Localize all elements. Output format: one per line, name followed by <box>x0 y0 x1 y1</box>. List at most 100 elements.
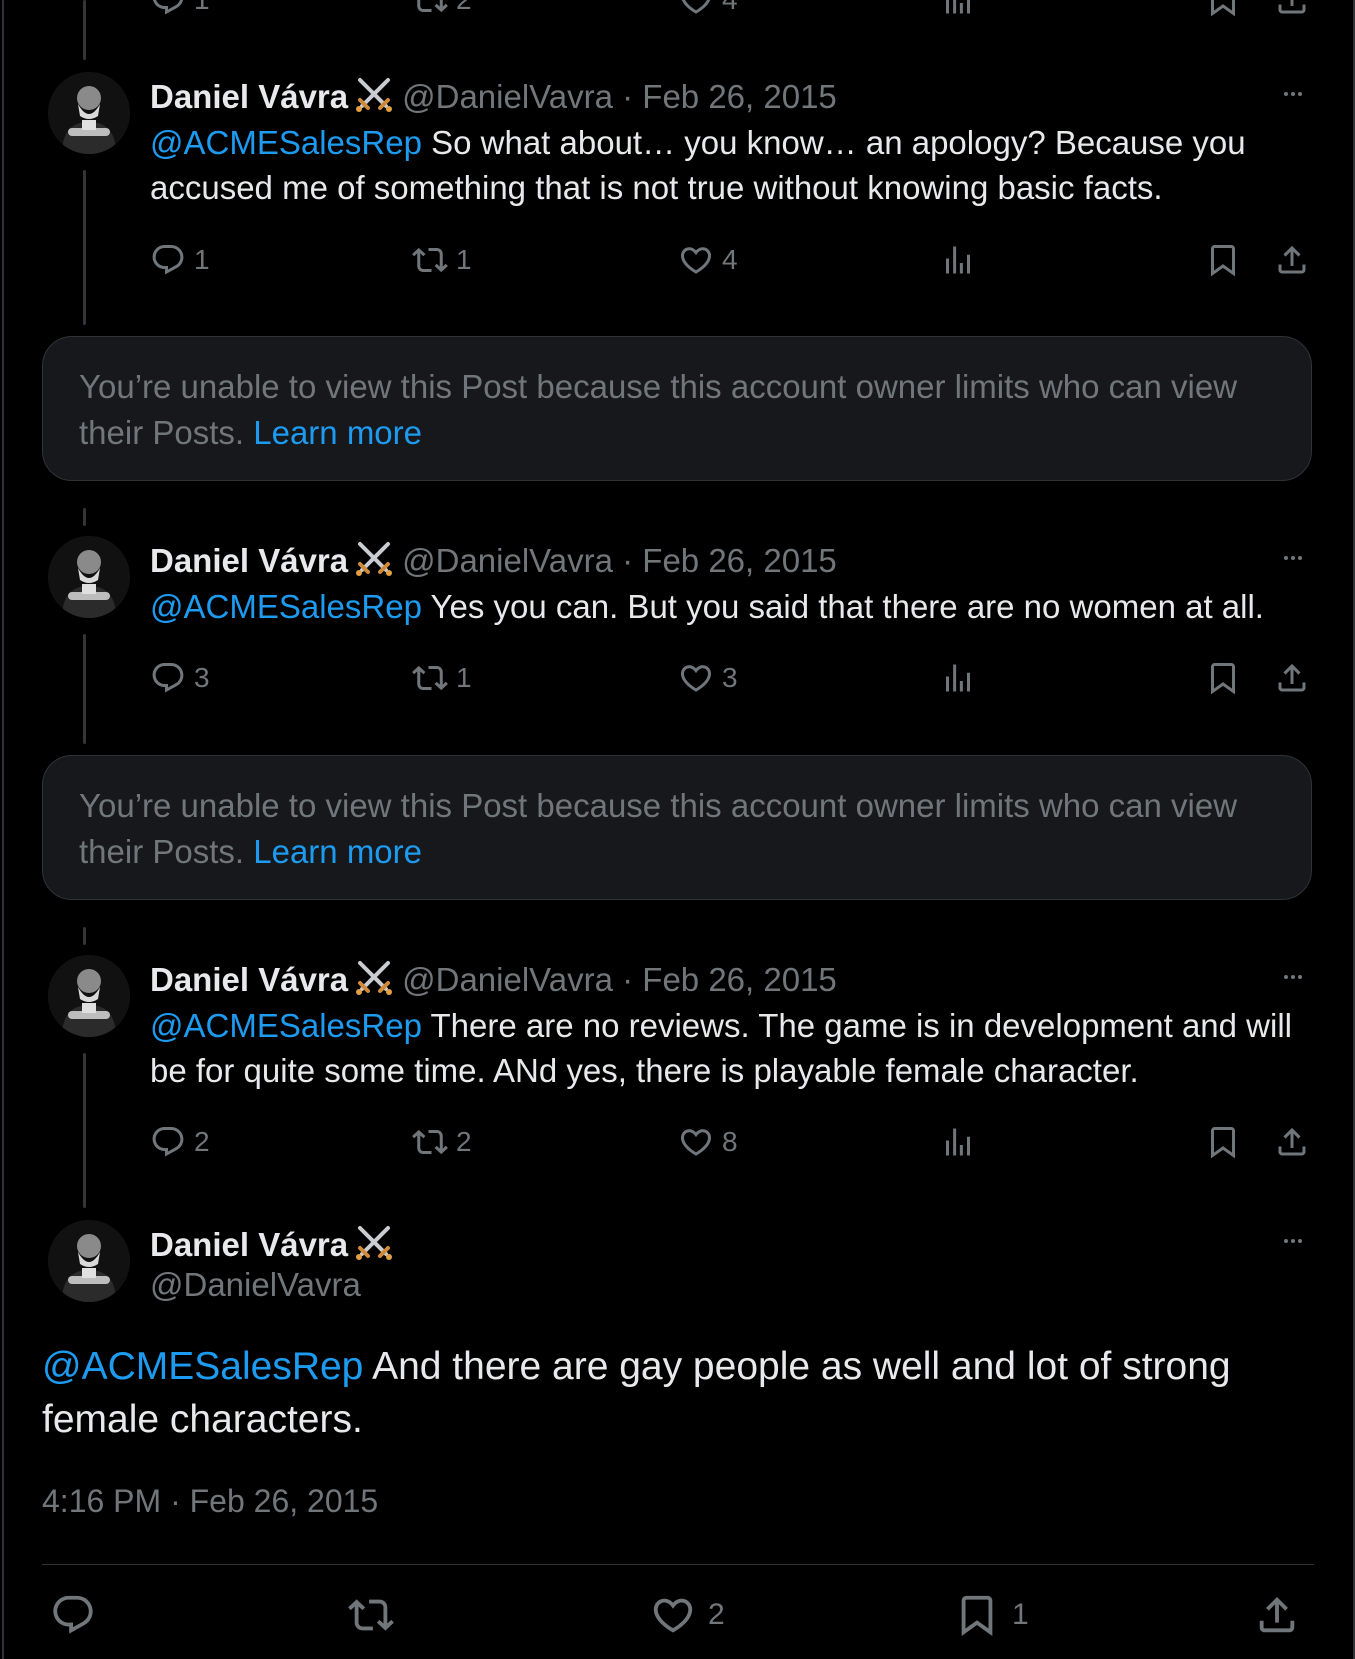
mention-link[interactable]: @ACMESalesRep <box>42 1345 363 1388</box>
repost-count: 2 <box>456 0 472 16</box>
share-button[interactable] <box>1274 0 1310 20</box>
post-date[interactable]: Feb 26, 2015 <box>642 542 837 579</box>
share-button[interactable] <box>1254 1592 1300 1638</box>
mention-link[interactable]: @ACMESalesRep <box>150 588 422 625</box>
reply-count: 2 <box>194 1126 210 1157</box>
bookmark-button[interactable] <box>1205 0 1241 20</box>
reply-button[interactable] <box>50 1592 96 1638</box>
like-button[interactable]: 4 <box>678 240 738 280</box>
repost-button[interactable]: 1 <box>412 240 472 280</box>
thread-line <box>83 0 86 60</box>
more-icon[interactable] <box>1273 1229 1313 1253</box>
avatar[interactable] <box>48 536 130 618</box>
share-icon <box>1274 0 1310 18</box>
views-button[interactable] <box>940 0 976 20</box>
bookmark-icon <box>1205 660 1241 696</box>
more-icon[interactable] <box>1273 965 1313 989</box>
reply-button[interactable]: 2 <box>150 1122 210 1162</box>
post-date[interactable]: Feb 26, 2015 <box>642 78 837 115</box>
like-button[interactable]: 4 <box>678 0 738 20</box>
post-date[interactable]: Feb 26, 2015 <box>642 961 837 998</box>
share-button[interactable] <box>1274 658 1310 698</box>
views-icon <box>940 1124 976 1160</box>
bookmark-icon <box>1205 242 1241 278</box>
repost-button[interactable]: 2 <box>412 1122 472 1162</box>
repost-icon <box>412 0 448 18</box>
repost-button[interactable]: 2 <box>412 0 472 20</box>
bookmark-button[interactable] <box>1205 240 1241 280</box>
repost-button[interactable] <box>348 1592 394 1638</box>
post-actions: 3 1 3 <box>150 658 1320 698</box>
more-icon[interactable] <box>1273 82 1313 106</box>
repost-icon <box>348 1592 394 1638</box>
like-count: 2 <box>708 1598 725 1631</box>
like-button[interactable]: 2 <box>650 1592 725 1638</box>
bookmark-icon <box>1205 0 1241 18</box>
handle[interactable]: @DanielVavra <box>402 961 613 998</box>
avatar[interactable] <box>48 1220 130 1302</box>
separator: · <box>622 542 634 579</box>
like-icon <box>678 1124 714 1160</box>
restricted-post-notice: You’re unable to view this Post because … <box>42 336 1312 481</box>
display-name[interactable]: Daniel Vávra <box>150 78 348 115</box>
left-border <box>2 0 4 1659</box>
repost-count: 1 <box>456 244 472 275</box>
reply-icon <box>150 1124 186 1160</box>
reply-count: 1 <box>194 244 210 275</box>
mention-link[interactable]: @ACMESalesRep <box>150 1007 422 1044</box>
swords-icon <box>354 957 394 997</box>
thread-line <box>83 170 86 325</box>
reply-icon <box>150 660 186 696</box>
like-button[interactable]: 8 <box>678 1122 738 1162</box>
bookmark-button[interactable] <box>1205 658 1241 698</box>
bookmark-icon <box>954 1592 1000 1638</box>
handle[interactable]: @DanielVavra <box>150 1266 361 1303</box>
reply-button[interactable]: 1 <box>150 0 210 20</box>
bookmark-icon <box>1205 1124 1241 1160</box>
share-icon <box>1274 242 1310 278</box>
reply-button[interactable]: 3 <box>150 658 210 698</box>
like-icon <box>678 660 714 696</box>
like-count: 8 <box>722 1126 738 1157</box>
display-name[interactable]: Daniel Vávra <box>150 1226 348 1263</box>
learn-more-link[interactable]: Learn more <box>253 833 422 870</box>
avatar[interactable] <box>48 72 130 154</box>
views-button[interactable] <box>940 240 976 280</box>
reply-count: 1 <box>194 0 210 16</box>
bookmark-button[interactable] <box>1205 1122 1241 1162</box>
reply-button[interactable]: 1 <box>150 240 210 280</box>
learn-more-link[interactable]: Learn more <box>253 414 422 451</box>
more-icon[interactable] <box>1273 546 1313 570</box>
post-text: @ACMESalesRep So what about… you know… a… <box>150 120 1310 210</box>
post-timestamp[interactable]: 4:16 PM · Feb 26, 2015 <box>42 1483 378 1520</box>
thread-line <box>83 634 86 744</box>
like-icon <box>678 242 714 278</box>
mention-link[interactable]: @ACMESalesRep <box>150 124 422 161</box>
bookmark-button[interactable]: 1 <box>954 1592 1029 1638</box>
share-icon <box>1274 1124 1310 1160</box>
share-button[interactable] <box>1274 1122 1310 1162</box>
thread-line <box>83 927 86 945</box>
display-name[interactable]: Daniel Vávra <box>150 961 348 998</box>
views-icon <box>940 660 976 696</box>
handle[interactable]: @DanielVavra <box>402 542 613 579</box>
post-body: Yes you can. But you said that there are… <box>430 588 1264 625</box>
post-text: @ACMESalesRep Yes you can. But you said … <box>150 584 1310 629</box>
repost-icon <box>412 660 448 696</box>
handle[interactable]: @DanielVavra <box>402 78 613 115</box>
repost-count: 1 <box>456 662 472 693</box>
share-icon <box>1274 660 1310 696</box>
swords-icon <box>354 538 394 578</box>
main-post-name: Daniel Vávra <box>150 1222 402 1264</box>
views-button[interactable] <box>940 658 976 698</box>
share-button[interactable] <box>1274 240 1310 280</box>
display-name[interactable]: Daniel Vávra <box>150 542 348 579</box>
views-icon <box>940 242 976 278</box>
avatar[interactable] <box>48 955 130 1037</box>
reply-count: 3 <box>194 662 210 693</box>
like-button[interactable]: 3 <box>678 658 738 698</box>
post-text: @ACMESalesRep There are no reviews. The … <box>150 1003 1310 1093</box>
views-button[interactable] <box>940 1122 976 1162</box>
swords-icon <box>354 1222 394 1262</box>
repost-button[interactable]: 1 <box>412 658 472 698</box>
